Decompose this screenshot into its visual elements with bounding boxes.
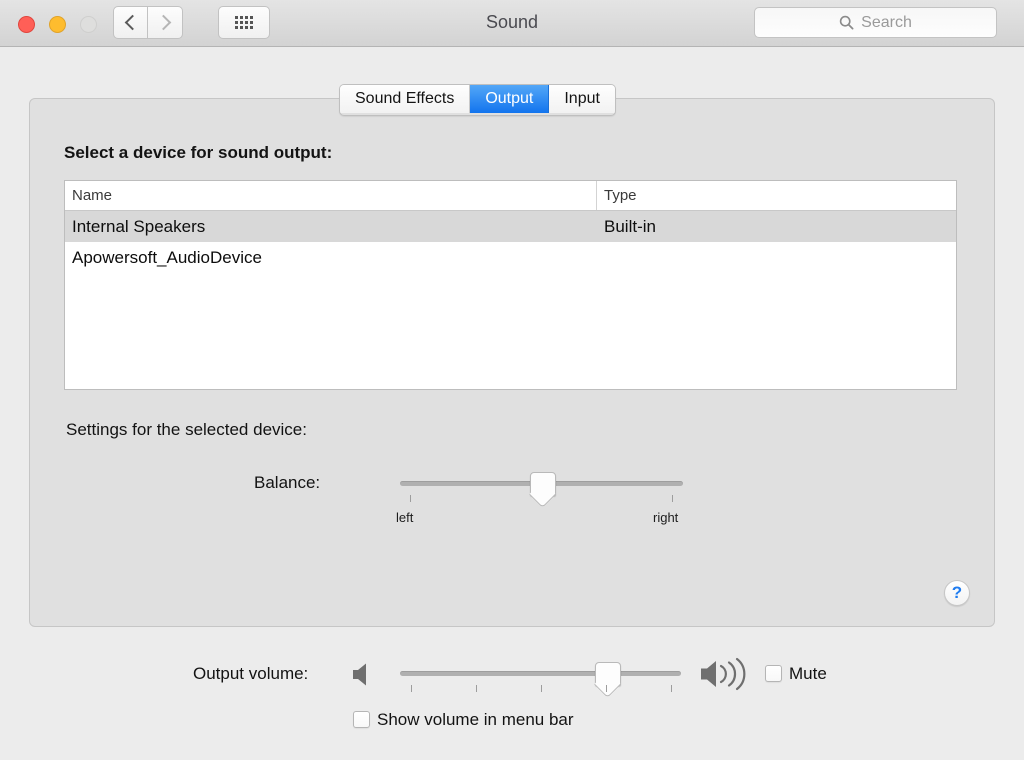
- show-volume-in-menu-bar-checkbox[interactable]: [353, 711, 370, 728]
- select-device-label: Select a device for sound output:: [64, 143, 333, 162]
- balance-min-label: left: [396, 510, 414, 525]
- volume-tick: [411, 685, 412, 692]
- table-row[interactable]: Internal Speakers Built-in: [65, 211, 956, 242]
- output-volume-slider-track[interactable]: [400, 671, 681, 676]
- mute-checkbox[interactable]: [765, 665, 782, 682]
- speaker-loud-icon: [701, 657, 746, 691]
- tab-sound-effects[interactable]: Sound Effects: [340, 85, 471, 113]
- output-volume-slider-thumb[interactable]: [595, 662, 621, 686]
- search-placeholder: Search: [861, 13, 912, 31]
- volume-tick: [606, 685, 607, 692]
- volume-tick: [476, 685, 477, 692]
- balance-label: Balance:: [254, 473, 321, 492]
- table-row[interactable]: Apowersoft_AudioDevice: [65, 242, 956, 273]
- device-type: Built-in: [604, 216, 656, 236]
- speaker-quiet-icon: [353, 663, 366, 686]
- column-header-name[interactable]: Name: [65, 181, 597, 210]
- balance-tick-left: [410, 495, 411, 502]
- tab-output[interactable]: Output: [470, 85, 550, 113]
- balance-max-label: right: [653, 510, 679, 525]
- tab-input[interactable]: Input: [549, 85, 615, 113]
- table-header-row: Name Type: [65, 181, 956, 211]
- volume-tick: [671, 685, 672, 692]
- show-volume-in-menu-bar-label: Show volume in menu bar: [377, 710, 574, 729]
- mute-label: Mute: [789, 664, 827, 683]
- search-input[interactable]: Search: [754, 7, 997, 38]
- tab-bar: Sound Effects Output Input: [339, 84, 616, 116]
- balance-slider-thumb[interactable]: [530, 472, 556, 496]
- output-volume-label: Output volume:: [193, 664, 309, 683]
- settings-label: Settings for the selected device:: [66, 420, 307, 439]
- volume-tick: [541, 685, 542, 692]
- balance-tick-right: [672, 495, 673, 502]
- device-name: Apowersoft_AudioDevice: [72, 247, 262, 267]
- device-type: [597, 242, 956, 273]
- column-header-type[interactable]: Type: [597, 181, 956, 210]
- device-table[interactable]: Name Type Internal Speakers Built-in Apo…: [64, 180, 957, 390]
- window-titlebar: Sound Search: [0, 0, 1024, 47]
- device-name: Internal Speakers: [72, 216, 206, 236]
- search-icon: [839, 15, 854, 30]
- help-button[interactable]: ?: [944, 580, 970, 606]
